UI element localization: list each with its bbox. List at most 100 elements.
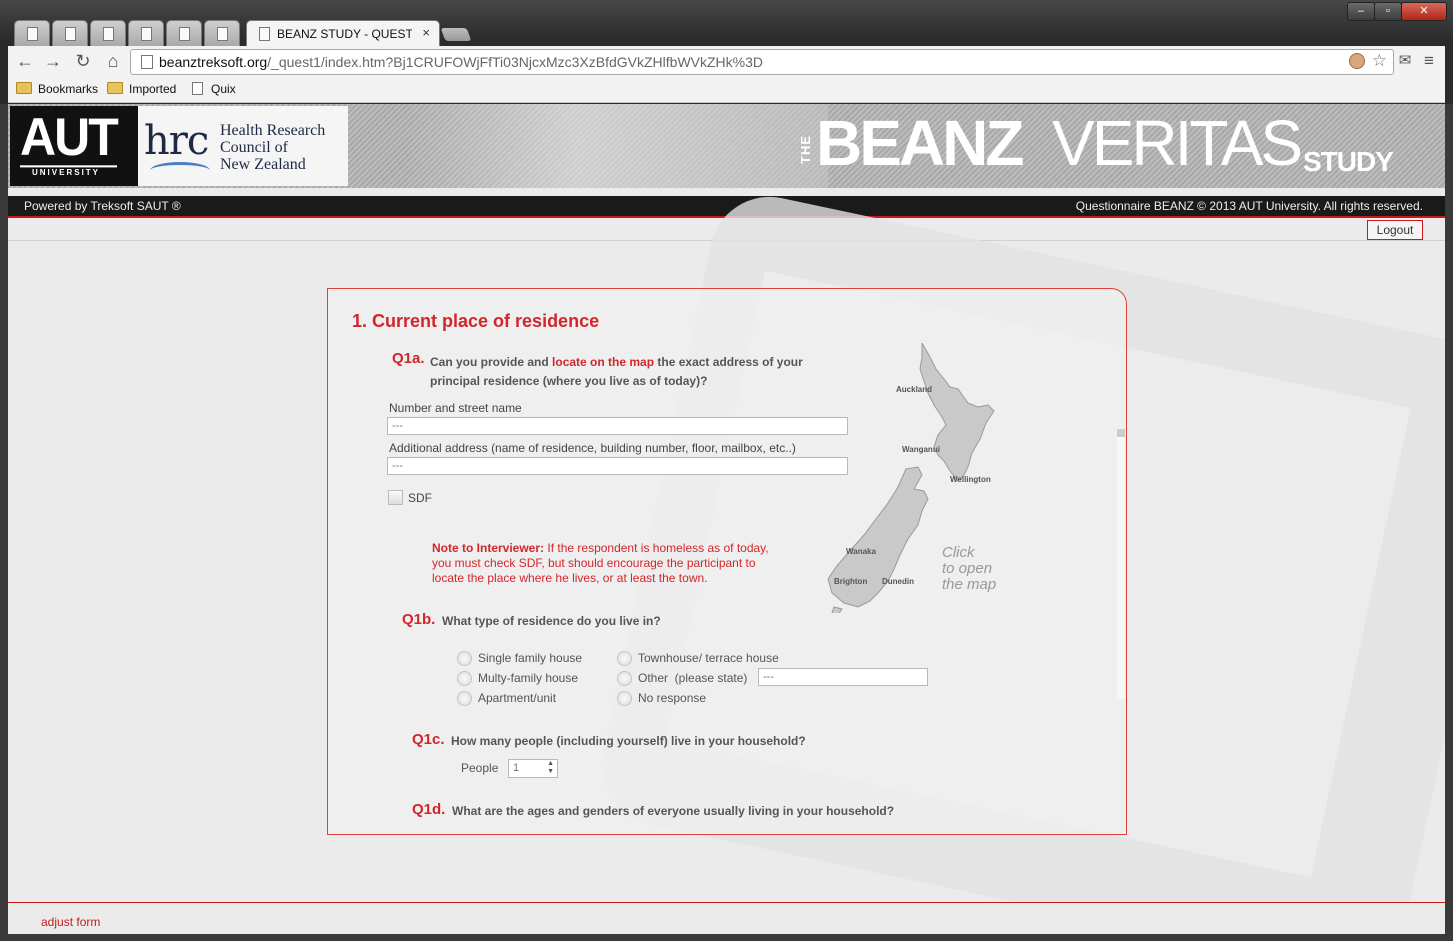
interviewer-note: Note to Interviewer: If the respondent i… — [432, 541, 792, 586]
option-label: Other (please state) — [638, 671, 748, 685]
reload-icon[interactable]: ↻ — [72, 50, 94, 72]
radio-apartment[interactable] — [457, 691, 472, 706]
sdf-checkbox[interactable] — [388, 490, 403, 505]
browser-tab[interactable] — [204, 20, 240, 46]
other-residence-input[interactable]: --- — [758, 668, 928, 686]
new-tab-button[interactable] — [440, 28, 472, 41]
home-icon[interactable]: ⌂ — [102, 50, 124, 72]
aut-logo-text: AUT — [20, 107, 119, 168]
option-label: No response — [638, 691, 707, 705]
browser-tab[interactable] — [90, 20, 126, 46]
close-tab-icon[interactable]: × — [422, 25, 430, 40]
blocked-content-icon[interactable] — [1349, 53, 1365, 69]
bookmarks-bar: Bookmarks Imported Quix — [8, 78, 1445, 103]
page-icon — [141, 55, 153, 69]
folder-icon — [16, 82, 32, 94]
radio-townhouse[interactable] — [617, 651, 632, 666]
radio-single-family[interactable] — [457, 651, 472, 666]
page-icon — [65, 27, 76, 41]
spacer — [8, 188, 1445, 196]
minimize-button[interactable]: – — [1347, 2, 1375, 21]
forward-arrow-icon[interactable]: → — [42, 50, 64, 72]
page-icon — [192, 82, 203, 95]
map-city-label: Wanaka — [846, 547, 876, 556]
q1a-text: the exact address of your — [657, 355, 803, 369]
close-window-button[interactable]: ✕ — [1401, 2, 1447, 21]
map-city-label: Brighton — [834, 577, 868, 586]
map-city-label: Auckland — [896, 385, 933, 394]
url-path: /_quest1/index.htm?Bj1CRUFOWjFfTi03NjcxM… — [267, 54, 763, 70]
adjust-form-link[interactable]: adjust form — [41, 915, 100, 929]
page-icon — [27, 27, 38, 41]
q1b-question: What type of residence do you live in? — [442, 614, 661, 628]
q1a-label: Q1a. — [392, 350, 425, 367]
option-label: Multy-family house — [478, 671, 579, 685]
bookmark-folder-bookmarks[interactable]: Bookmarks — [16, 82, 98, 96]
note-text: you must check SDF, but should encourage… — [432, 556, 756, 570]
note-text: locate the place where he lives, or at l… — [432, 571, 708, 585]
additional-address-input[interactable]: --- — [387, 457, 848, 475]
stepper-arrows-icon[interactable]: ▲ ▼ — [547, 760, 554, 776]
questionnaire-panel: 1. Current place of residence Q1a. Can y… — [327, 288, 1127, 835]
tab-title: BEANZ STUDY - QUESTIO — [277, 27, 412, 41]
option-label: Townhouse/ terrace house — [638, 651, 779, 665]
mail-icon[interactable]: ✉ — [1394, 50, 1416, 72]
hrc-line: New Zealand — [220, 156, 306, 173]
option-label: Apartment/unit — [478, 691, 557, 705]
page-icon — [179, 27, 190, 41]
aut-logo: AUT UNIVERSITY — [10, 106, 138, 186]
street-label: Number and street name — [389, 401, 522, 415]
bookmark-quix[interactable]: Quix — [192, 82, 236, 96]
radio-other[interactable] — [617, 671, 632, 686]
people-label: People — [461, 761, 499, 775]
hrc-logo: hrc Health Research Council of New Zealand — [138, 106, 348, 186]
study-title-veritas: VERITAS — [1052, 107, 1303, 179]
note-heading: Note to Interviewer: — [432, 541, 545, 555]
maximize-button[interactable]: ▫ — [1374, 2, 1402, 21]
address-bar[interactable]: beanztreksoft.org/_quest1/index.htm?Bj1C… — [130, 49, 1394, 75]
study-title-study: STUDY — [1303, 146, 1394, 177]
page-icon — [141, 27, 152, 41]
section-title: 1. Current place of residence — [352, 311, 600, 331]
hrc-line: Health Research — [220, 122, 326, 139]
additional-address-label: Additional address (name of residence, b… — [389, 441, 796, 455]
page-icon — [217, 27, 228, 41]
browser-tab[interactable] — [166, 20, 202, 46]
radio-no-response[interactable] — [617, 691, 632, 706]
hrc-line: Council of — [220, 139, 288, 156]
open-map-hint[interactable]: Click to open the map — [942, 545, 996, 593]
hrc-logo-text: hrc — [144, 118, 209, 164]
map-hint-line: Click — [942, 544, 975, 561]
map-hint-line: to open — [942, 560, 993, 577]
bookmark-label: Bookmarks — [38, 82, 99, 96]
bookmark-star-icon[interactable]: ☆ — [1372, 51, 1387, 71]
hrc-name: Health Research Council of New Zealand — [220, 122, 325, 173]
browser-toolbar: ← → ↻ ⌂ beanztreksoft.org/_quest1/index.… — [8, 46, 1445, 78]
locate-on-map-link[interactable]: locate on the map — [552, 355, 654, 369]
bookmark-label: Quix — [211, 82, 236, 96]
page-icon — [259, 27, 270, 41]
street-input[interactable]: --- — [387, 417, 848, 435]
logout-button[interactable]: Logout — [1367, 220, 1423, 240]
q1d-question: What are the ages and genders of everyon… — [452, 804, 895, 818]
menu-icon[interactable]: ≡ — [1418, 50, 1440, 72]
folder-icon — [107, 82, 123, 94]
site-banner: AUT UNIVERSITY hrc Health Research Counci… — [8, 104, 1445, 188]
page-icon — [103, 27, 114, 41]
panel-scrollbar-thumb[interactable] — [1117, 429, 1125, 437]
browser-tab-active[interactable]: BEANZ STUDY - QUESTIO × — [246, 20, 440, 46]
radio-multi-family[interactable] — [457, 671, 472, 686]
people-stepper[interactable]: 1 ▲ ▼ — [508, 759, 558, 778]
q1b-label: Q1b. — [402, 611, 436, 628]
url-text[interactable]: beanztreksoft.org/_quest1/index.htm?Bj1C… — [159, 54, 763, 70]
back-arrow-icon[interactable]: ← — [14, 50, 36, 72]
q1c-label: Q1c. — [412, 731, 445, 748]
browser-tab[interactable] — [128, 20, 164, 46]
q1d-label: Q1d. — [412, 801, 446, 818]
bookmark-folder-imported[interactable]: Imported — [107, 82, 176, 96]
panel-scrollbar[interactable] — [1117, 429, 1125, 699]
url-host: beanztreksoft.org — [159, 54, 268, 70]
browser-tab[interactable] — [14, 20, 50, 46]
q1c-question: How many people (including yourself) liv… — [451, 734, 806, 748]
browser-tab[interactable] — [52, 20, 88, 46]
